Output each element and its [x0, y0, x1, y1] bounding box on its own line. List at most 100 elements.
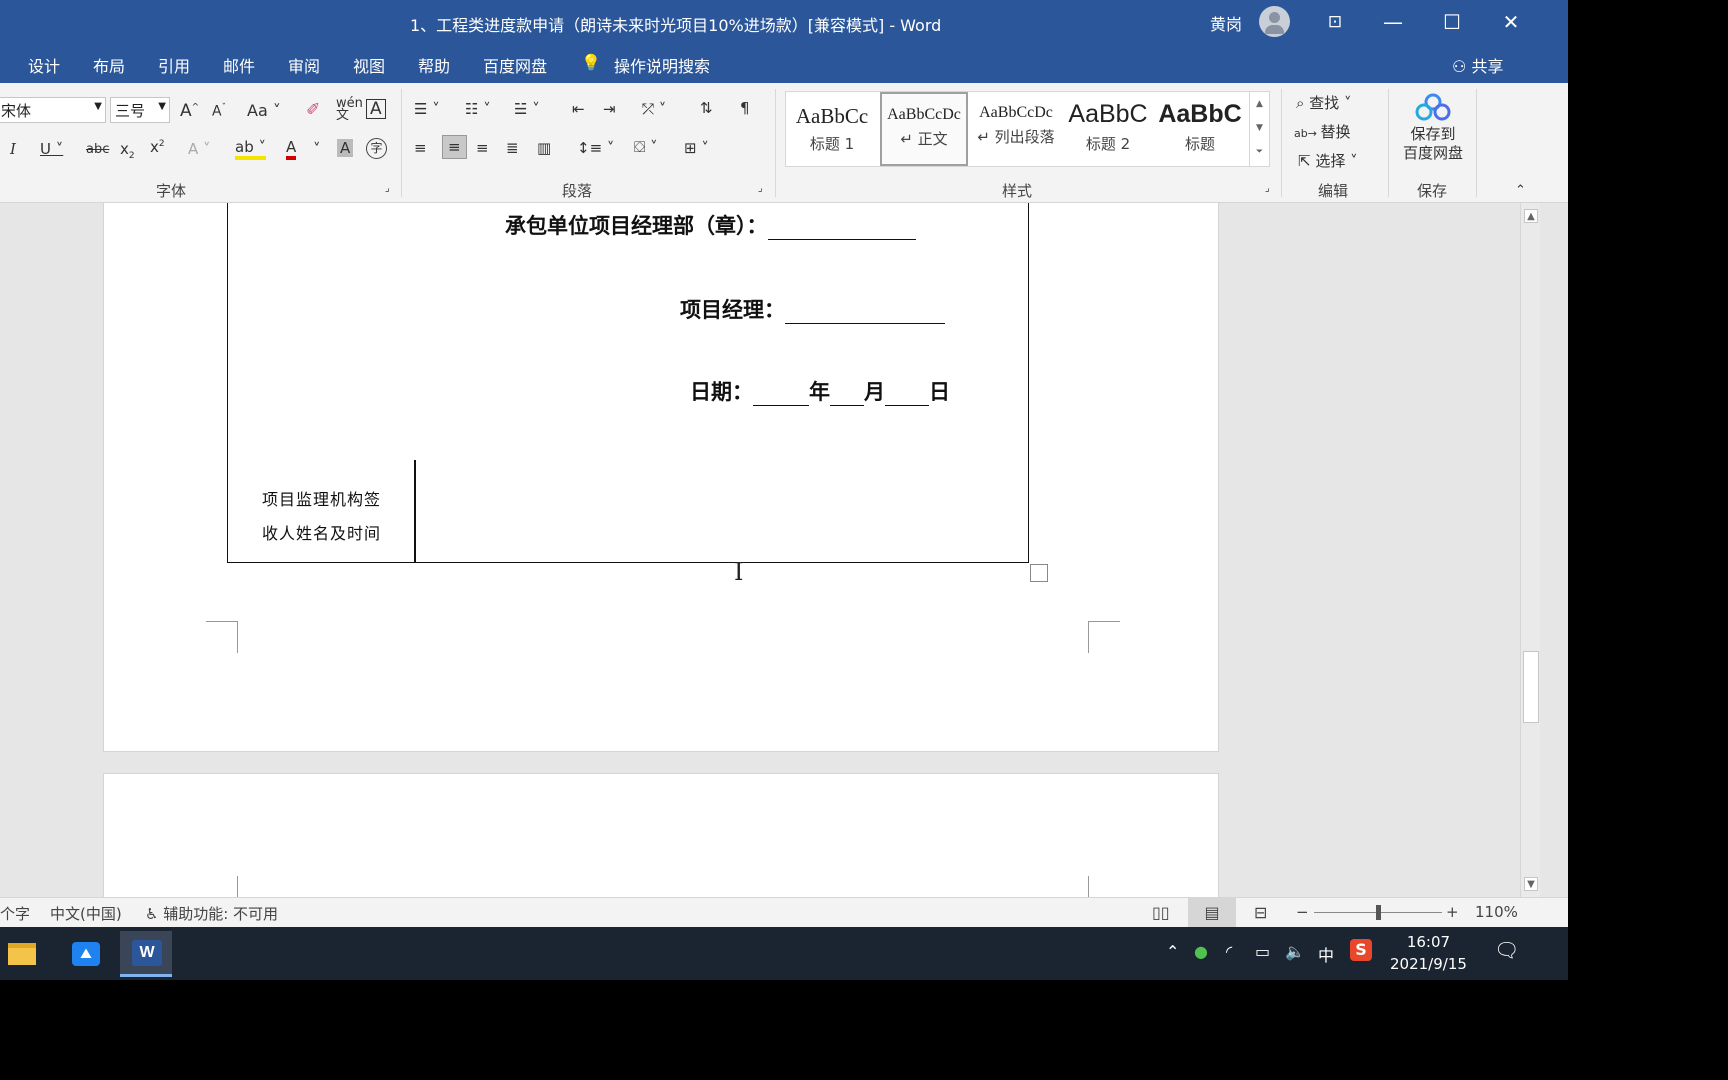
tab-mailings[interactable]: 邮件 — [223, 53, 255, 77]
table-resize-handle[interactable] — [1030, 564, 1048, 582]
tab-layout[interactable]: 布局 — [93, 53, 125, 77]
line-spacing-icon[interactable]: ↕≡ ˅ — [577, 139, 614, 157]
scroll-up-icon[interactable]: ▲ — [1524, 209, 1538, 223]
paragraph-dialog-launcher-icon[interactable]: ⌟ — [758, 183, 763, 194]
style-heading-2[interactable]: AaBbC 标题 2 — [1064, 92, 1152, 166]
superscript-icon[interactable]: x2 — [150, 138, 165, 156]
distributed-icon[interactable]: ▥ — [537, 139, 551, 157]
accessibility-status[interactable]: ♿ 辅助功能: 不可用 — [145, 903, 278, 924]
feishu-app-icon[interactable]: ⛰ — [60, 931, 112, 977]
volume-icon[interactable]: 🔈 — [1285, 942, 1305, 961]
language-indicator[interactable]: 中文(中国) — [50, 903, 122, 924]
chevron-down-icon[interactable]: ˅ — [313, 140, 321, 158]
strikethrough-icon[interactable]: abc — [86, 142, 109, 157]
grow-font-icon[interactable]: A^ — [180, 101, 199, 121]
tell-me-search[interactable]: 操作说明搜索 — [614, 53, 710, 77]
enclose-character-icon[interactable]: 字 — [366, 138, 387, 159]
word-app-icon[interactable]: W — [120, 931, 172, 977]
subscript-icon[interactable]: x2 — [120, 140, 135, 161]
change-case-icon[interactable]: Aa ˅ — [247, 101, 281, 120]
decrease-indent-icon[interactable]: ⇤ — [572, 100, 585, 118]
tab-help[interactable]: 帮助 — [418, 53, 450, 77]
highlight-color-icon[interactable]: ab ˅ — [235, 138, 266, 160]
clear-formatting-icon[interactable]: ✐ — [306, 100, 320, 120]
font-dialog-launcher-icon[interactable]: ⌟ — [385, 183, 390, 194]
tab-view[interactable]: 视图 — [353, 53, 385, 77]
select-button[interactable]: ⇱ 选择 ˅ — [1298, 150, 1358, 171]
supervisor-signature-cell[interactable] — [416, 461, 1028, 562]
font-name-combo[interactable]: 宋体 ▼ — [0, 97, 106, 123]
collapse-ribbon-icon[interactable]: ⌃ — [1515, 183, 1526, 198]
scroll-up-icon[interactable]: ▲ — [1250, 92, 1269, 116]
contractor-seal-line[interactable]: 承包单位项目经理部（章）： — [505, 210, 916, 240]
project-manager-line[interactable]: 项目经理： — [680, 294, 945, 324]
style-title[interactable]: AaBbC 标题 — [1156, 92, 1244, 166]
vertical-scrollbar[interactable]: ▲ ▼ — [1520, 203, 1540, 897]
zoom-out-icon[interactable]: − — [1296, 903, 1309, 921]
align-left-icon[interactable]: ≡ — [414, 139, 427, 157]
replace-button[interactable]: ab→ 替换 — [1294, 121, 1350, 142]
text-effects-icon[interactable]: A ˅ — [188, 140, 211, 158]
borders-icon[interactable]: ⊞ ˅ — [684, 139, 709, 157]
font-size-combo[interactable]: 三号 ▼ — [110, 97, 170, 123]
notifications-icon[interactable]: 🗨 — [1494, 938, 1519, 962]
font-color-icon[interactable]: A — [286, 138, 297, 160]
underline-icon[interactable]: U ˅ — [40, 140, 63, 158]
zoom-in-icon[interactable]: + — [1446, 903, 1459, 921]
styles-dialog-launcher-icon[interactable]: ⌟ — [1265, 183, 1270, 194]
sogou-input-icon[interactable]: S — [1350, 939, 1372, 961]
wechat-icon[interactable]: ● — [1194, 942, 1208, 961]
save-to-baidu-button[interactable]: 保存到 百度网盘 — [1400, 93, 1466, 163]
show-hidden-icons-icon[interactable]: ⌃ — [1166, 942, 1179, 961]
scroll-down-icon[interactable]: ▼ — [1250, 116, 1269, 140]
increase-indent-icon[interactable]: ⇥ — [603, 100, 616, 118]
italic-icon[interactable]: I — [10, 140, 16, 158]
sort-icon[interactable]: ⇅ — [700, 99, 713, 117]
close-icon[interactable]: ✕ — [1496, 8, 1526, 36]
style-normal[interactable]: AaBbCcDc ↵ 正文 — [880, 92, 968, 166]
zoom-slider-thumb[interactable] — [1376, 905, 1381, 920]
shading-icon[interactable]: ⛋ ˅ — [634, 138, 658, 156]
word-count[interactable]: 个字 — [0, 903, 30, 924]
user-name[interactable]: 黄岗 — [1210, 11, 1242, 35]
show-formatting-marks-icon[interactable]: ¶ — [740, 99, 750, 117]
tab-design[interactable]: 设计 — [28, 53, 60, 77]
file-explorer-icon[interactable] — [0, 931, 48, 977]
ribbon-display-options-icon[interactable]: ⊡ — [1320, 8, 1350, 36]
share-button[interactable]: ⚇ 共享 — [1452, 53, 1503, 77]
web-layout-icon[interactable]: ⊟ — [1254, 903, 1267, 922]
styles-scroll[interactable]: ▲ ▼ ⏷ — [1249, 92, 1269, 166]
tab-review[interactable]: 审阅 — [288, 53, 320, 77]
align-right-icon[interactable]: ≡ — [476, 139, 489, 157]
scroll-thumb[interactable] — [1523, 651, 1539, 723]
numbering-icon[interactable]: ☷ ˅ — [465, 100, 491, 118]
character-shading-icon[interactable]: A — [337, 139, 354, 157]
multilevel-list-icon[interactable]: ☱ ˅ — [514, 100, 540, 118]
print-layout-icon[interactable]: ▤ — [1188, 898, 1236, 928]
tab-references[interactable]: 引用 — [158, 53, 190, 77]
tab-baidu-netdisk[interactable]: 百度网盘 — [483, 53, 547, 77]
style-heading-1[interactable]: AaBbCc 标题 1 — [788, 92, 876, 166]
phonetic-guide-icon[interactable]: wén 文 — [336, 97, 363, 122]
shrink-font-icon[interactable]: Aˇ — [212, 103, 226, 120]
style-list-paragraph[interactable]: AaBbCcDc ↵ 列出段落 — [972, 92, 1060, 166]
chinese-layout-icon[interactable]: ⤱ ˅ — [642, 100, 666, 118]
scroll-down-icon[interactable]: ▼ — [1524, 877, 1538, 891]
network-icon[interactable]: ◜ — [1226, 942, 1232, 961]
character-border-icon[interactable]: A — [366, 99, 386, 119]
accessibility-label: 辅助功能: 不可用 — [163, 905, 279, 923]
more-styles-icon[interactable]: ⏷ — [1250, 140, 1269, 164]
zoom-level[interactable]: 110% — [1475, 903, 1518, 921]
maximize-icon[interactable]: ☐ — [1437, 8, 1467, 36]
battery-icon[interactable]: ▭ — [1255, 942, 1270, 961]
align-center-icon[interactable]: ≡ — [442, 135, 467, 159]
clock[interactable]: 16:07 2021/9/15 — [1390, 931, 1467, 975]
minimize-icon[interactable]: — — [1378, 8, 1408, 36]
ime-indicator[interactable]: 中 — [1318, 942, 1334, 966]
date-line[interactable]: 日期： 年 月 日 — [690, 376, 950, 406]
user-avatar-icon[interactable] — [1259, 6, 1290, 37]
find-button[interactable]: ⌕ 查找 ˅ — [1296, 92, 1351, 113]
read-mode-icon[interactable]: ▯▯ — [1152, 903, 1170, 922]
bullets-icon[interactable]: ☰ ˅ — [414, 100, 440, 118]
justify-icon[interactable]: ≣ — [506, 139, 519, 157]
